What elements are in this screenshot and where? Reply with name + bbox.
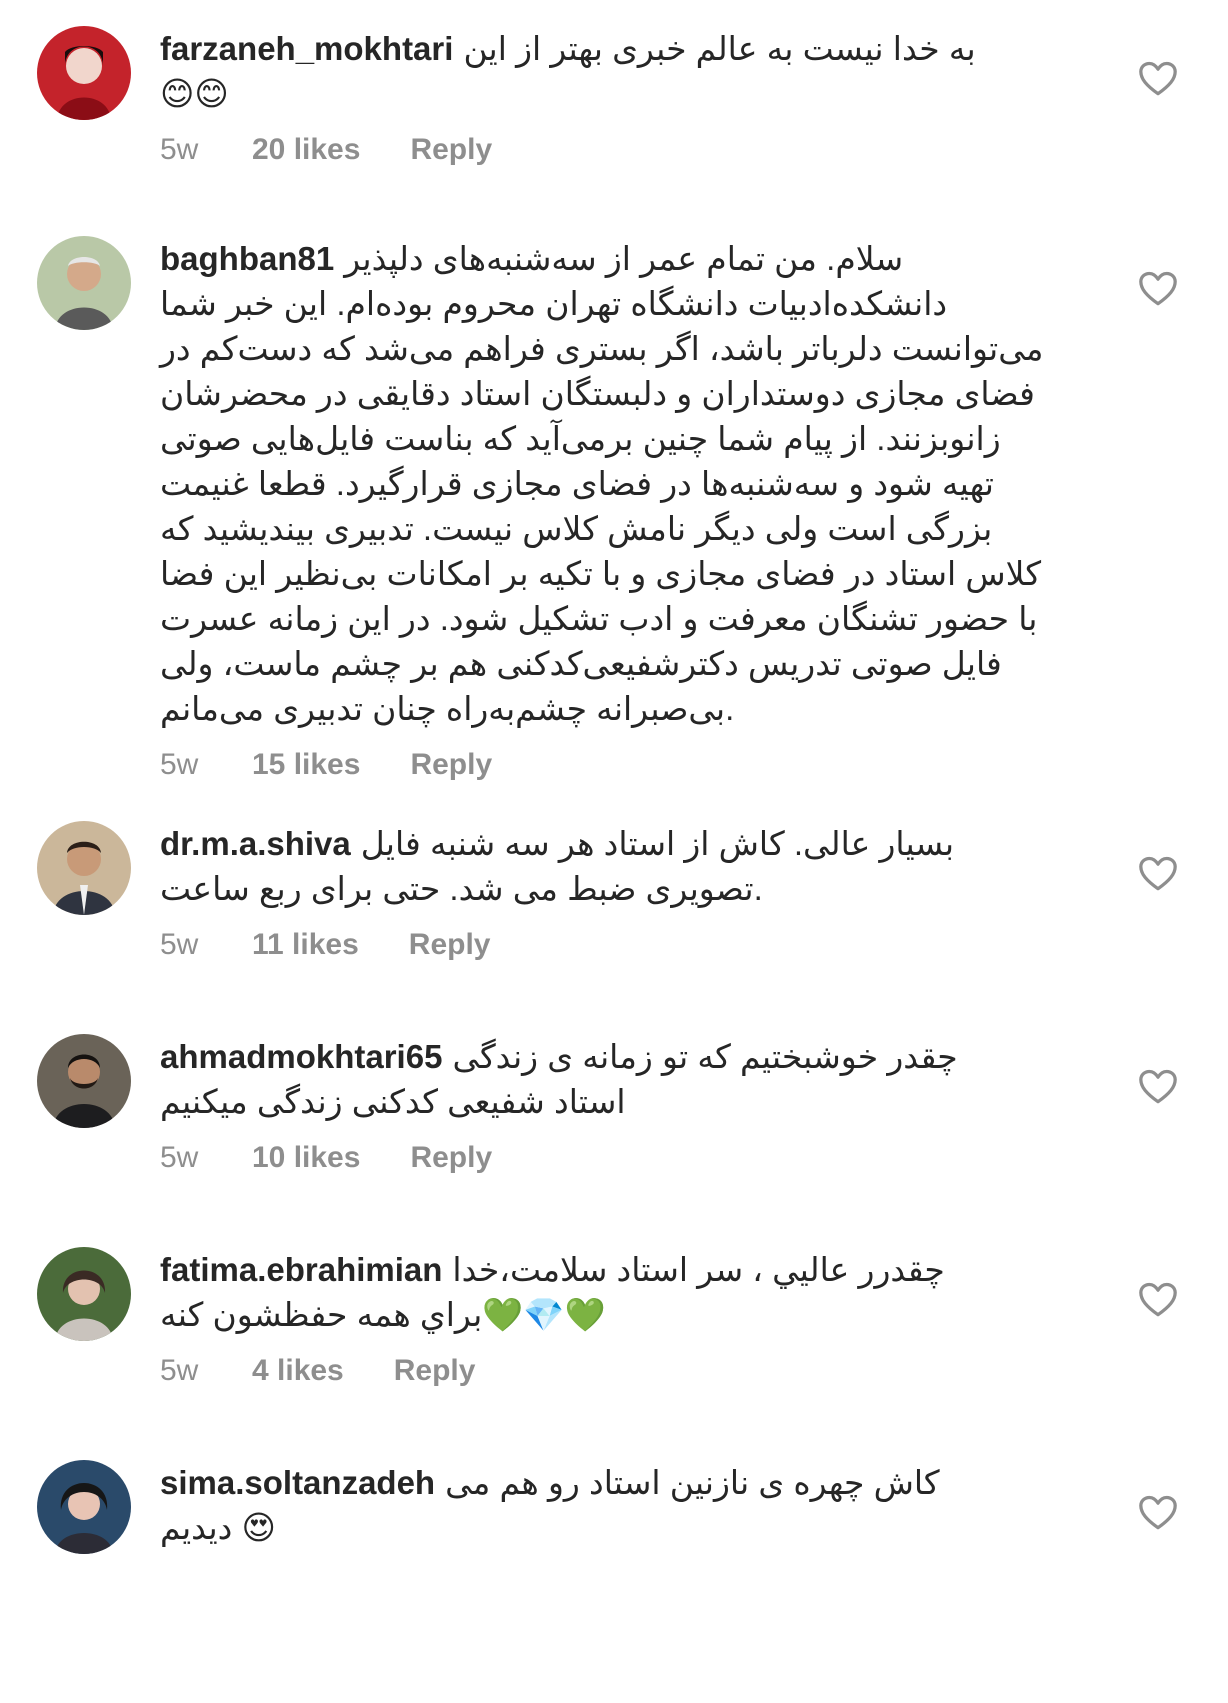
comment-likes[interactable]: 11 likes (252, 925, 359, 965)
heart-outline-icon[interactable] (1138, 271, 1178, 307)
comment-content: ahmadmokhtari65 چقدر خوشبختیم که تو زمانه… (160, 1034, 1080, 1178)
comment-meta: 5w 20 likes Reply (160, 130, 1080, 170)
comment-body: سلام. من تمام عمر از سه‌شنبه‌های دلپذیر … (160, 240, 1044, 727)
comment-username[interactable]: baghban81 (160, 240, 334, 277)
heart-outline-icon[interactable] (1138, 856, 1178, 892)
comment-text: fatima.ebrahimian چقدرر عاليي ، سر استاد … (160, 1247, 1080, 1337)
avatar[interactable] (37, 821, 131, 915)
comment-content: fatima.ebrahimian چقدرر عاليي ، سر استاد … (160, 1247, 1080, 1391)
avatar[interactable] (37, 1034, 131, 1128)
comment-content: baghban81 سلام. من تمام عمر از سه‌شنبه‌ها… (160, 236, 1080, 785)
comment-time: 5w (160, 748, 199, 781)
comment-likes[interactable]: 15 likes (252, 745, 360, 785)
heart-outline-icon[interactable] (1138, 1069, 1178, 1105)
comment-username[interactable]: sima.soltanzadeh (160, 1464, 435, 1501)
reply-button[interactable]: Reply (410, 1138, 492, 1178)
comment-time: 5w (160, 1141, 199, 1174)
comment-meta: 5w 11 likes Reply (160, 925, 1080, 965)
comment-text: dr.m.a.shiva بسیار عالی. کاش از استاد هر … (160, 821, 1080, 911)
comment-username[interactable]: dr.m.a.shiva (160, 825, 351, 862)
heart-outline-icon[interactable] (1138, 61, 1178, 97)
comment-content: dr.m.a.shiva بسیار عالی. کاش از استاد هر … (160, 821, 1080, 965)
reply-button[interactable]: Reply (394, 1351, 476, 1391)
reply-button[interactable]: Reply (410, 745, 492, 785)
comment-text: sima.soltanzadeh کاش چهره ی نازنین استاد … (160, 1460, 1080, 1550)
comment-likes[interactable]: 10 likes (252, 1138, 360, 1178)
comment-meta: 5w 15 likes Reply (160, 745, 1080, 785)
comment-likes[interactable]: 20 likes (252, 130, 360, 170)
comment-likes[interactable]: 4 likes (252, 1351, 344, 1391)
comment-content: farzaneh_mokhtari به خدا نیست به عالم خبر… (160, 26, 1080, 170)
comment-username[interactable]: fatima.ebrahimian (160, 1251, 442, 1288)
comment-meta: 5w 10 likes Reply (160, 1138, 1080, 1178)
comment-text: farzaneh_mokhtari به خدا نیست به عالم خبر… (160, 26, 1080, 116)
comment-content: sima.soltanzadeh کاش چهره ی نازنین استاد … (160, 1460, 1080, 1550)
comment-time: 5w (160, 133, 199, 166)
comment-meta: 5w 4 likes Reply (160, 1351, 1080, 1391)
avatar[interactable] (37, 1247, 131, 1341)
reply-button[interactable]: Reply (409, 925, 491, 965)
comment-username[interactable]: farzaneh_mokhtari (160, 30, 453, 67)
comment-time: 5w (160, 1354, 199, 1387)
comment-username[interactable]: ahmadmokhtari65 (160, 1038, 442, 1075)
comment-text: ahmadmokhtari65 چقدر خوشبختیم که تو زمانه… (160, 1034, 1080, 1124)
heart-outline-icon[interactable] (1138, 1282, 1178, 1318)
avatar[interactable] (37, 1460, 131, 1554)
comment-text: baghban81 سلام. من تمام عمر از سه‌شنبه‌ها… (160, 236, 1080, 731)
avatar[interactable] (37, 236, 131, 330)
comment-time: 5w (160, 928, 199, 961)
heart-outline-icon[interactable] (1138, 1495, 1178, 1531)
avatar[interactable] (37, 26, 131, 120)
reply-button[interactable]: Reply (410, 130, 492, 170)
